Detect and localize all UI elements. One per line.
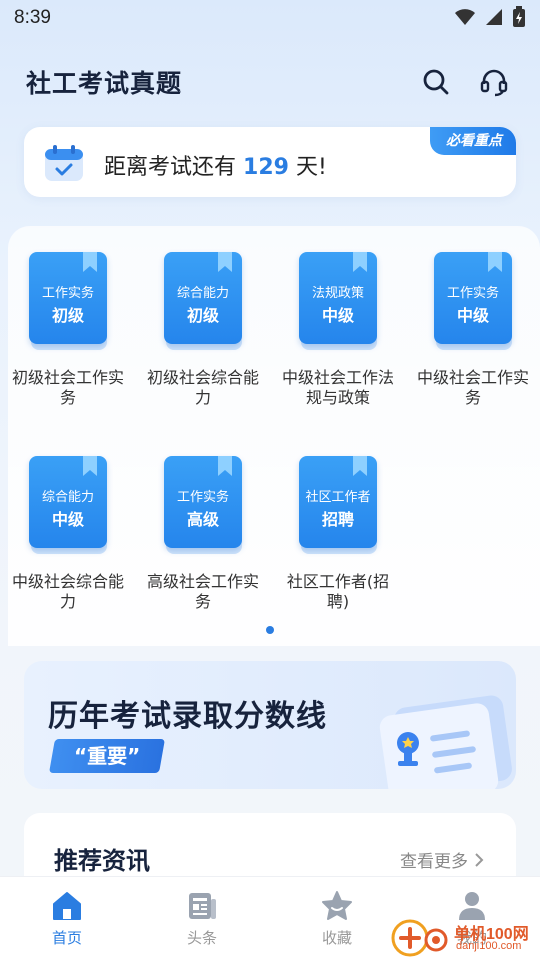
book-cover-line1: 工作实务	[41, 286, 94, 301]
page-indicator-dot	[266, 626, 274, 634]
book-cover-line2: 初级	[51, 306, 84, 325]
book-cover-line2: 高级	[186, 510, 219, 529]
subject-name: 高级社会工作实务	[147, 572, 260, 611]
important-tag-text: “重要”	[74, 744, 141, 768]
subject-name: 社区工作者(招聘)	[286, 572, 390, 611]
recommended-news-card: 推荐资讯 查看更多	[24, 813, 516, 883]
nav-headlines[interactable]: 头条	[162, 889, 242, 948]
book-cover-line2: 初级	[186, 306, 219, 325]
subject-name: 初级社会工作实务	[12, 368, 125, 407]
nav-headlines-label: 头条	[186, 929, 217, 947]
site-watermark: 单机100网 danji100.com	[390, 916, 540, 960]
book-cover-line1: 工作实务	[176, 490, 229, 505]
book-cover-line1: 工作实务	[446, 286, 499, 301]
see-more-link[interactable]: 查看更多	[400, 847, 484, 872]
exam-countdown-card: 距离考试还有 129 天! 必看重点	[24, 127, 516, 197]
battery-icon	[513, 6, 525, 27]
book-icon: 工作实务 高级	[164, 456, 242, 556]
subject-name: 初级社会综合能力	[147, 368, 260, 407]
countdown-text: 距离考试还有 129 天!	[104, 149, 327, 181]
wifi-icon	[455, 9, 475, 25]
important-tag: “重要”	[49, 739, 166, 773]
subject-item[interactable]: 工作实务 初级 初级社会工作实务	[8, 252, 128, 408]
calendar-icon	[45, 145, 83, 181]
watermark-line2: danji100.com	[456, 940, 522, 952]
chevron-right-icon	[475, 852, 484, 867]
book-cover-line1: 综合能力	[176, 286, 229, 301]
score-line-banner[interactable]: 历年考试录取分数线 “重要”	[24, 661, 516, 789]
book-icon: 综合能力 初级	[164, 252, 242, 352]
book-icon: 综合能力 中级	[29, 456, 107, 556]
book-cover-line2: 中级	[456, 306, 489, 325]
must-see-badge[interactable]: 必看重点	[430, 127, 516, 155]
news-section-title: 推荐资讯	[54, 847, 150, 875]
news-icon	[189, 893, 216, 919]
search-button[interactable]	[418, 64, 454, 100]
banner-title: 历年考试录取分数线	[48, 699, 327, 734]
book-cover-line2: 招聘	[321, 510, 354, 529]
subject-name: 中级社会综合能力	[12, 572, 125, 611]
trophy-document-icon	[379, 695, 512, 789]
book-icon: 法规政策 中级	[299, 252, 377, 352]
book-cover-line1: 法规政策	[311, 286, 364, 301]
countdown-prefix: 距离考试还有	[104, 155, 237, 180]
nav-favorites-label: 收藏	[321, 929, 352, 947]
book-cover-line1: 综合能力	[41, 490, 94, 505]
subject-item[interactable]: 工作实务 中级 中级社会工作实务	[413, 252, 533, 408]
star-icon	[322, 891, 352, 920]
countdown-suffix: 天!	[295, 155, 327, 180]
status-icons	[454, 6, 526, 28]
headset-icon	[480, 69, 508, 97]
watermark-logo-icon	[391, 919, 448, 957]
page-title: 社工考试真题	[26, 69, 183, 98]
book-cover-line2: 中级	[51, 510, 84, 529]
home-icon	[53, 892, 81, 920]
subject-item[interactable]: 工作实务 高级 高级社会工作实务	[143, 456, 263, 612]
subject-item[interactable]: 社区工作者 招聘 社区工作者(招聘)	[278, 456, 398, 612]
book-icon: 工作实务 初级	[29, 252, 107, 352]
book-cover-line2: 中级	[321, 306, 354, 325]
see-more-label: 查看更多	[400, 852, 468, 872]
subject-name: 中级社会工作法规与政策	[282, 368, 395, 407]
subject-name: 中级社会工作实务	[417, 368, 530, 407]
nav-favorites[interactable]: 收藏	[297, 889, 377, 948]
customer-service-button[interactable]	[476, 64, 512, 100]
book-icon: 社区工作者 招聘	[299, 456, 377, 556]
countdown-days: 129	[243, 155, 289, 180]
signal-icon	[486, 9, 502, 25]
status-bar: 8:39	[0, 0, 540, 36]
subject-item[interactable]: 法规政策 中级 中级社会工作法规与政策	[278, 252, 398, 408]
nav-home-label: 首页	[51, 929, 82, 947]
nav-home[interactable]: 首页	[27, 889, 107, 948]
search-icon	[423, 69, 449, 95]
subject-item[interactable]: 综合能力 初级 初级社会综合能力	[143, 252, 263, 408]
book-icon: 工作实务 中级	[434, 252, 512, 352]
book-cover-line1: 社区工作者	[305, 490, 371, 505]
status-time: 8:39	[14, 7, 51, 28]
subject-item[interactable]: 综合能力 中级 中级社会综合能力	[8, 456, 128, 612]
